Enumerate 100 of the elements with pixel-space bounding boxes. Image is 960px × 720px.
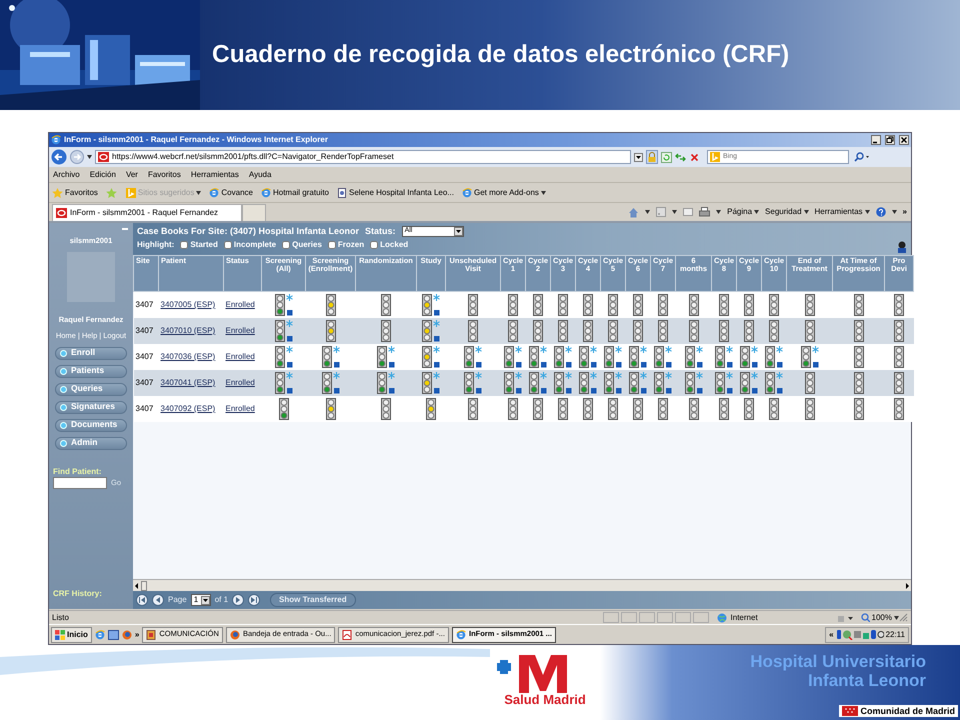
arrows-icon[interactable]: [675, 152, 686, 162]
highlight-checkbox[interactable]: [180, 240, 188, 249]
menu-item[interactable]: Edición: [90, 170, 116, 180]
firefox-icon[interactable]: [122, 630, 132, 640]
traffic-light-icon[interactable]: [558, 398, 568, 420]
traffic-light-icon[interactable]: [719, 320, 729, 342]
browser-icon[interactable]: [94, 630, 105, 640]
refresh-icon[interactable]: [661, 152, 672, 162]
traffic-light-icon[interactable]: [604, 346, 614, 368]
traffic-light-icon[interactable]: [274, 346, 284, 368]
traffic-light-icon[interactable]: [800, 346, 810, 368]
traffic-light-icon[interactable]: [508, 398, 518, 420]
highlight-checkbox[interactable]: [328, 240, 336, 249]
help-icon[interactable]: [876, 207, 886, 217]
traffic-light-icon[interactable]: [654, 346, 664, 368]
traffic-light-icon[interactable]: [504, 346, 514, 368]
desktop-icon[interactable]: [108, 630, 119, 640]
traffic-light-icon[interactable]: [854, 398, 864, 420]
caret-icon[interactable]: [716, 210, 722, 214]
menu-item[interactable]: Favoritos: [148, 170, 181, 180]
traffic-light-icon[interactable]: [583, 398, 593, 420]
favorite-link[interactable]: Hotmail gratuito: [260, 188, 329, 198]
traffic-light-icon[interactable]: [633, 398, 643, 420]
traffic-light-icon[interactable]: [464, 346, 474, 368]
traffic-light-icon[interactable]: [688, 294, 698, 316]
traffic-light-icon[interactable]: [765, 346, 775, 368]
back-button[interactable]: [51, 149, 67, 165]
traffic-light-icon[interactable]: [658, 398, 668, 420]
traffic-light-icon[interactable]: [740, 346, 750, 368]
scrollbar-thumb[interactable]: [141, 580, 147, 590]
traffic-light-icon[interactable]: [744, 294, 754, 316]
traffic-light-icon[interactable]: [554, 346, 564, 368]
traffic-light-icon[interactable]: [684, 346, 694, 368]
traffic-light-icon[interactable]: [326, 294, 336, 316]
traffic-light-icon[interactable]: [468, 398, 478, 420]
search-button[interactable]: [852, 151, 870, 163]
traffic-light-icon[interactable]: [608, 294, 618, 316]
traffic-light-icon[interactable]: [894, 294, 904, 316]
traffic-light-icon[interactable]: [769, 320, 779, 342]
zoom-button[interactable]: 100%: [860, 612, 899, 622]
traffic-light-icon[interactable]: [278, 398, 288, 420]
traffic-light-icon[interactable]: [658, 294, 668, 316]
favorite-link[interactable]: Get more Add-ons: [462, 188, 546, 198]
traffic-light-icon[interactable]: [744, 320, 754, 342]
traffic-light-icon[interactable]: [804, 294, 814, 316]
traffic-light-icon[interactable]: [608, 320, 618, 342]
command-button[interactable]: Seguridad: [765, 207, 809, 217]
traffic-light-icon[interactable]: [715, 372, 725, 394]
favorite-link[interactable]: Selene Hospital Infanta Leo...: [337, 188, 454, 198]
page-select[interactable]: 1: [190, 594, 211, 606]
traffic-light-icon[interactable]: [468, 294, 478, 316]
previous-page-button[interactable]: [152, 594, 164, 606]
traffic-light-icon[interactable]: [377, 346, 387, 368]
traffic-light-icon[interactable]: [583, 294, 593, 316]
restore-button[interactable]: [885, 135, 895, 145]
close-button[interactable]: [899, 135, 909, 145]
traffic-light-icon[interactable]: [715, 346, 725, 368]
traffic-light-icon[interactable]: [658, 320, 668, 342]
tray-expand-button[interactable]: «: [829, 630, 834, 640]
address-field[interactable]: https://www4.webcrf.net/silsmm2001/pfts.dll?C=Navigator_RenderTopFrameset: [95, 150, 631, 164]
traffic-light-icon[interactable]: [422, 372, 432, 394]
traffic-light-icon[interactable]: [688, 320, 698, 342]
favorite-link[interactable]: Covance: [209, 188, 253, 198]
traffic-light-icon[interactable]: [377, 372, 387, 394]
overflow-button[interactable]: »: [902, 207, 907, 217]
traffic-light-icon[interactable]: [322, 372, 332, 394]
traffic-light-icon[interactable]: [533, 398, 543, 420]
traffic-light-icon[interactable]: [533, 294, 543, 316]
traffic-light-icon[interactable]: [719, 294, 729, 316]
first-page-button[interactable]: [136, 594, 148, 606]
command-button[interactable]: Herramientas: [814, 207, 870, 217]
traffic-light-icon[interactable]: [629, 346, 639, 368]
traffic-light-icon[interactable]: [558, 320, 568, 342]
traffic-light-icon[interactable]: [765, 372, 775, 394]
traffic-light-icon[interactable]: [579, 346, 589, 368]
traffic-light-icon[interactable]: [381, 294, 391, 316]
traffic-light-icon[interactable]: [740, 372, 750, 394]
traffic-light-icon[interactable]: [558, 294, 568, 316]
traffic-light-icon[interactable]: [894, 346, 904, 368]
command-button[interactable]: Página: [727, 207, 760, 217]
start-button[interactable]: Inicio: [51, 626, 92, 642]
traffic-light-icon[interactable]: [529, 346, 539, 368]
menu-item[interactable]: Archivo: [53, 170, 80, 180]
highlight-checkbox[interactable]: [282, 240, 290, 249]
traffic-light-icon[interactable]: [654, 372, 664, 394]
traffic-light-icon[interactable]: [464, 372, 474, 394]
traffic-light-icon[interactable]: [604, 372, 614, 394]
traffic-light-icon[interactable]: [854, 346, 864, 368]
traffic-light-icon[interactable]: [629, 372, 639, 394]
traffic-light-icon[interactable]: [804, 372, 814, 394]
tray-icons-drawing[interactable]: [836, 629, 884, 640]
menu-item[interactable]: Herramientas: [190, 170, 239, 180]
traffic-light-icon[interactable]: [804, 320, 814, 342]
menu-item[interactable]: Ver: [126, 170, 138, 180]
caret-icon[interactable]: [672, 210, 678, 214]
caret-icon[interactable]: [87, 155, 92, 159]
patient-search-field[interactable]: [53, 477, 107, 490]
traffic-light-icon[interactable]: [633, 320, 643, 342]
traffic-light-icon[interactable]: [533, 320, 543, 342]
traffic-light-icon[interactable]: [508, 320, 518, 342]
